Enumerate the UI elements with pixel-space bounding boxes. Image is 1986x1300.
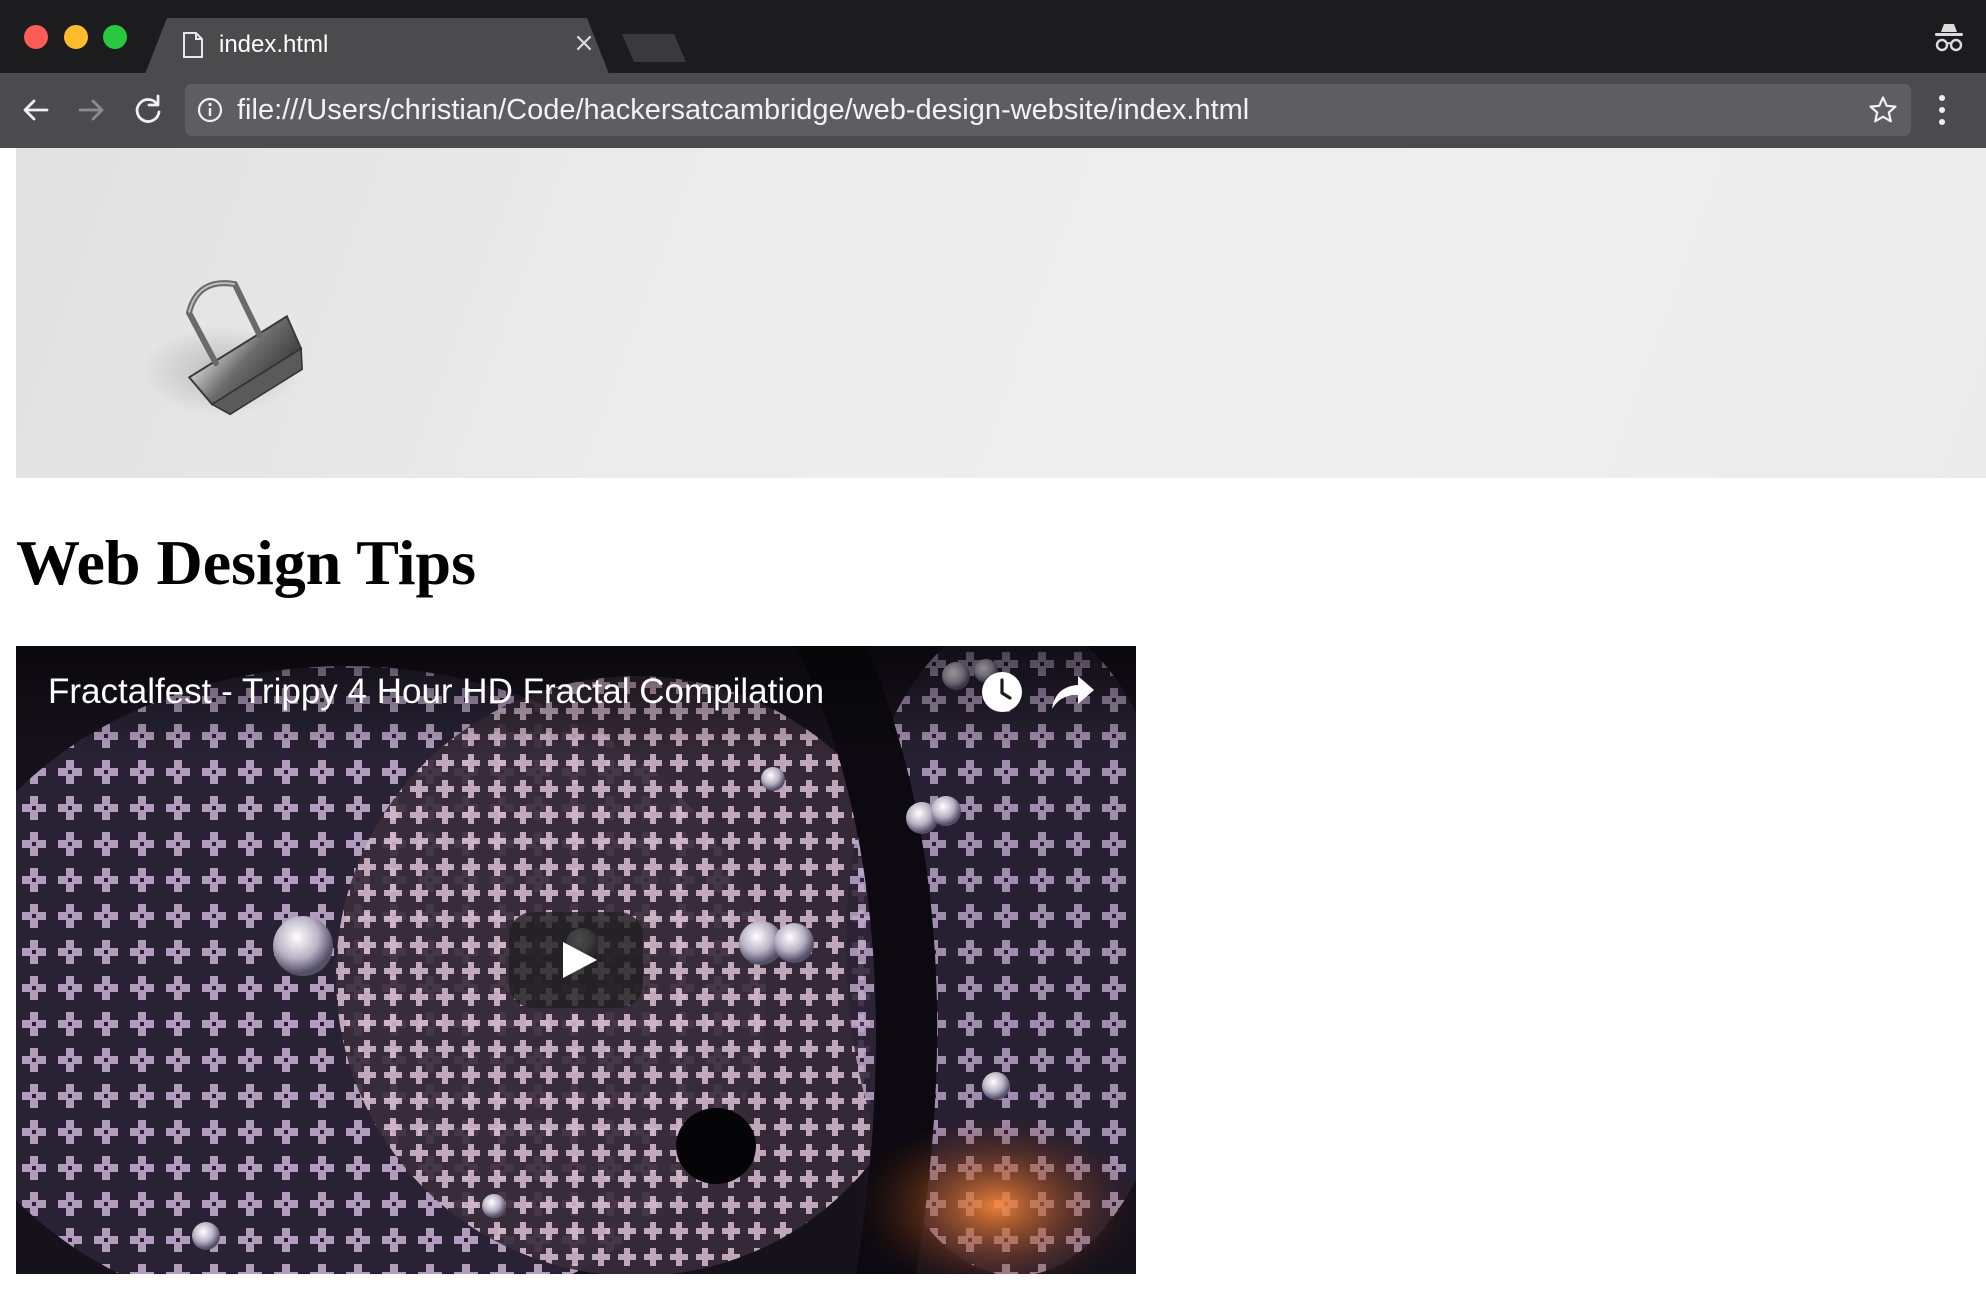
tab-title: index.html	[219, 31, 329, 58]
play-button[interactable]	[509, 912, 643, 1008]
video-title[interactable]: Fractalfest - Trippy 4 Hour HD Fractal C…	[48, 670, 824, 714]
close-icon[interactable]	[573, 32, 595, 54]
kebab-menu-icon[interactable]	[1934, 93, 1950, 127]
page-viewport: Web Design Tips Fractalfest - Trippy 4 H…	[0, 148, 1986, 1300]
hero-banner	[16, 148, 1986, 478]
embedded-video-player[interactable]: Fractalfest - Trippy 4 Hour HD Fractal C…	[16, 646, 1136, 1274]
watch-later-icon[interactable]	[980, 670, 1024, 714]
play-icon	[563, 942, 597, 978]
incognito-icon	[1935, 24, 1963, 52]
tab-strip: index.html	[0, 0, 1986, 74]
binder-clip-image	[141, 280, 303, 416]
share-icon[interactable]	[1050, 672, 1096, 712]
info-icon[interactable]	[197, 97, 223, 123]
window-zoom-button[interactable]	[103, 25, 127, 49]
address-bar[interactable]: file:///Users/christian/Code/hackersatca…	[185, 84, 1911, 136]
window-close-button[interactable]	[24, 25, 48, 49]
page-title: Web Design Tips	[16, 527, 477, 598]
tab-index-html[interactable]: index.html	[145, 18, 609, 74]
window-minimize-button[interactable]	[64, 25, 88, 49]
reload-icon[interactable]	[131, 93, 165, 127]
forward-arrow-icon[interactable]	[74, 93, 108, 127]
page-icon	[183, 32, 203, 58]
url-text[interactable]: file:///Users/christian/Code/hackersatca…	[237, 94, 1249, 126]
back-arrow-icon[interactable]	[19, 93, 53, 127]
star-icon[interactable]	[1868, 95, 1898, 125]
new-tab-button[interactable]	[622, 34, 686, 62]
browser-toolbar: file:///Users/christian/Code/hackersatca…	[0, 73, 1986, 148]
